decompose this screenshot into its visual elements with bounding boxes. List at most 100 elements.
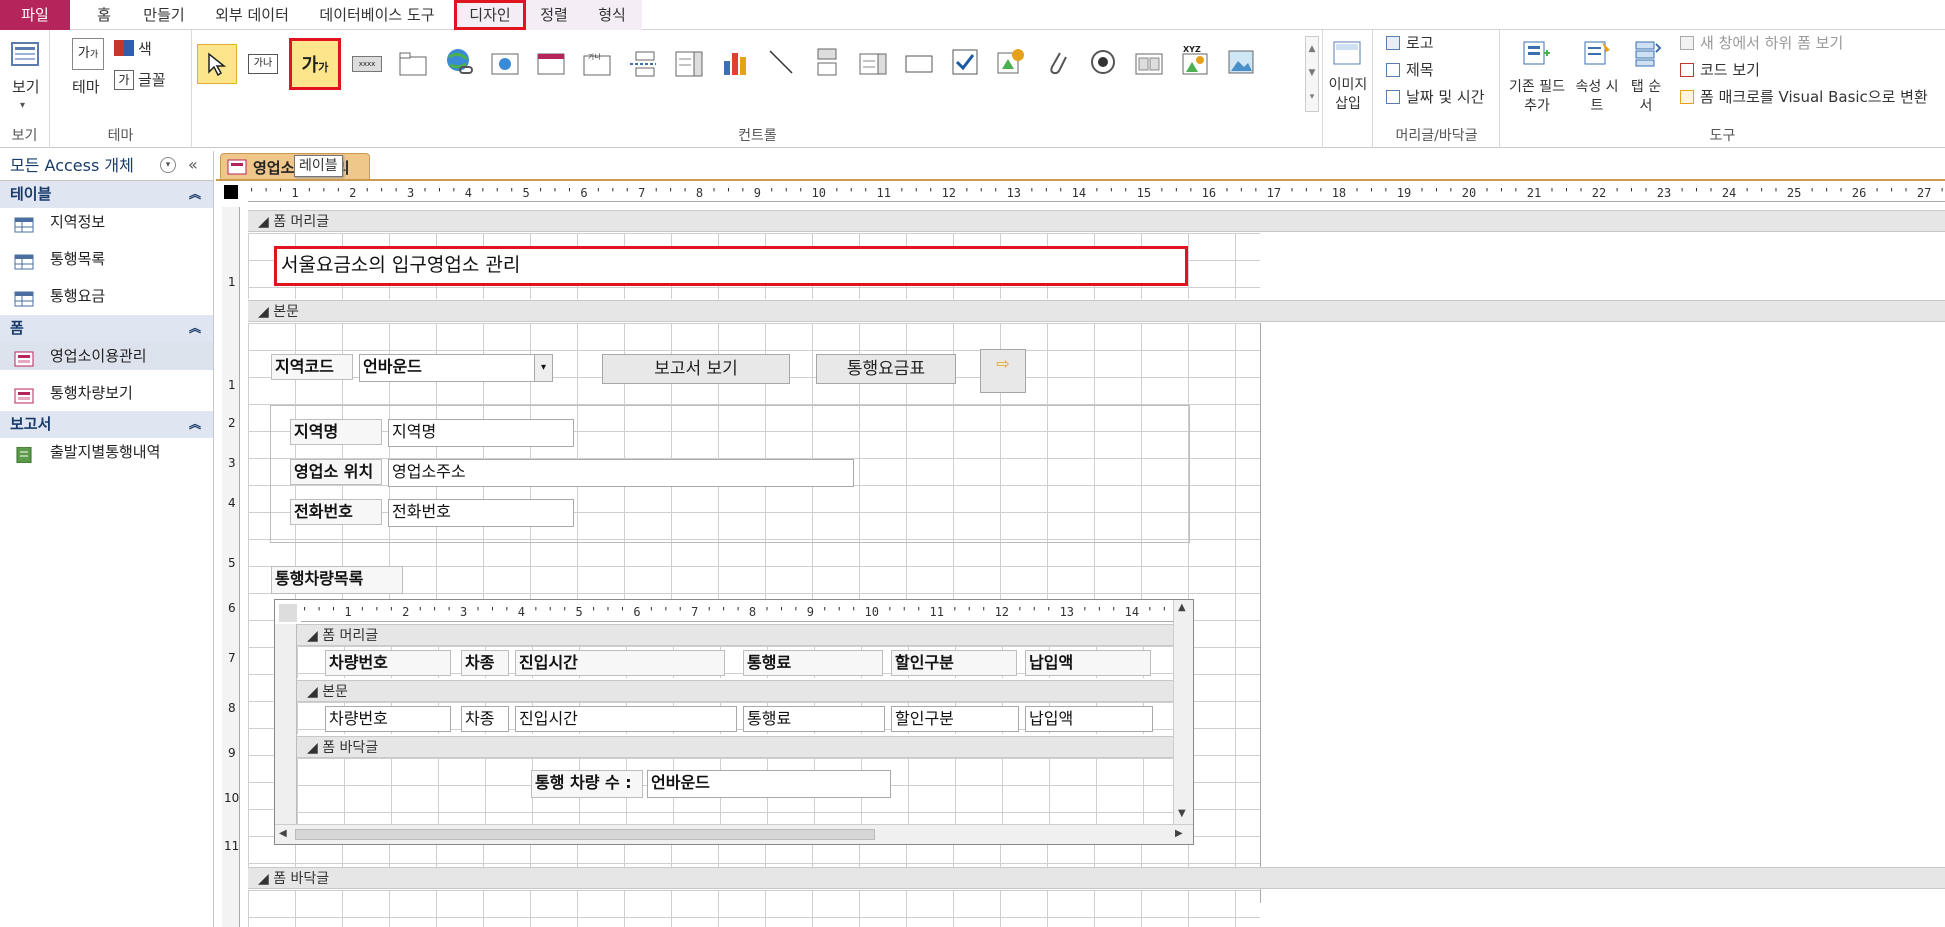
scroll-right-icon[interactable]: ▶ [1175, 828, 1183, 839]
colors-button[interactable]: 색 [138, 40, 152, 59]
select-pointer-icon[interactable] [197, 44, 237, 84]
tab-order-button[interactable]: 탭 순서 [1628, 78, 1664, 116]
chevron-down-icon[interactable]: ▾ [534, 355, 552, 381]
option-button-icon[interactable] [1085, 44, 1121, 80]
subform-header-bar[interactable]: ◢ 폼 머리글 [297, 624, 1173, 646]
add-fields-icon[interactable] [1522, 38, 1552, 68]
subform-vertical-scrollbar[interactable]: ▲ ▼ [1173, 600, 1193, 824]
subform-footer-bar[interactable]: ◢ 폼 바닥글 [297, 736, 1173, 758]
combo-box-icon[interactable] [671, 46, 707, 82]
textbox-icon[interactable]: 가나 [245, 46, 281, 82]
region-name-label[interactable]: 지역명 [290, 419, 382, 445]
vehicle-number-field[interactable]: 차량번호 [325, 706, 451, 732]
column-header[interactable]: 할인구분 [891, 650, 1017, 676]
vehicle-count-field[interactable]: 언바운드 [647, 770, 891, 798]
font-icon[interactable]: 가 [114, 70, 134, 90]
hyperlink-icon[interactable] [441, 44, 477, 80]
tab-design[interactable]: 디자인 [454, 0, 526, 30]
controls-gallery-scroll[interactable]: ▲ ▼ ▾ [1305, 36, 1319, 112]
scroll-up-icon[interactable]: ▲ [1178, 602, 1186, 613]
nav-item-form[interactable]: 영업소이용관리 [0, 342, 213, 370]
title-button[interactable]: 제목 [1406, 61, 1434, 80]
insert-image-button[interactable]: 이미지 삽입 [1325, 76, 1371, 114]
scroll-left-icon[interactable]: ◀ [279, 828, 287, 839]
horizontal-ruler[interactable]: ' ' ' 1 ' ' ' 2 ' ' ' 3 ' ' ' 4 ' ' ' 5 … [248, 184, 1945, 202]
nav-item-table[interactable]: 통행요금 [0, 282, 213, 310]
web-browser-icon[interactable] [487, 46, 523, 82]
attachment-icon[interactable] [1039, 44, 1075, 80]
theme-button[interactable]: 테마 [72, 78, 100, 97]
bound-object-frame-icon[interactable]: XYZ [1177, 42, 1213, 78]
phone-label[interactable]: 전화번호 [290, 499, 382, 525]
subform-new-window-button[interactable]: 새 창에서 하위 폼 보기 [1700, 34, 1843, 53]
label-control-icon[interactable]: 가가 [289, 38, 341, 90]
tab-format[interactable]: 형식 [582, 0, 642, 30]
add-existing-fields-button[interactable]: 기존 필드 추가 [1506, 78, 1568, 116]
vehicle-count-label[interactable]: 통행 차량 수 : [531, 770, 643, 798]
nav-group-forms[interactable]: 폼 ︽ [0, 315, 213, 342]
nav-group-reports[interactable]: 보고서 ︽ [0, 411, 213, 438]
tab-order-icon[interactable] [1632, 38, 1662, 68]
payment-amount-field[interactable]: 납입액 [1025, 706, 1153, 732]
macro-button[interactable]: ⇨ [980, 349, 1026, 393]
region-code-label[interactable]: 지역코드 [271, 354, 353, 380]
nav-menu-chevron-icon[interactable]: ▾ [160, 157, 176, 173]
tab-control-icon[interactable] [395, 46, 431, 82]
form-footer-grid[interactable] [248, 890, 1260, 927]
view-code-button[interactable]: 코드 보기 [1700, 61, 1760, 80]
button-control-icon[interactable]: xxxx [349, 46, 385, 82]
scroll-thumb[interactable] [295, 829, 875, 840]
entry-time-field[interactable]: 진입시간 [515, 706, 737, 732]
subform-icon[interactable] [1131, 46, 1167, 82]
subform-detail-bar[interactable]: ◢ 본문 [297, 680, 1173, 702]
column-header[interactable]: 납입액 [1025, 650, 1151, 676]
rectangle-icon[interactable] [901, 46, 937, 82]
detail-section-bar[interactable]: ◢ 본문 [248, 300, 1945, 322]
nav-item-table[interactable]: 통행목록 [0, 245, 213, 273]
form-header-section-bar[interactable]: ◢ 폼 머리글 [248, 210, 1945, 232]
date-time-button[interactable]: 날짜 및 시간 [1406, 88, 1485, 107]
chart-icon[interactable] [717, 44, 753, 80]
tab-home[interactable]: 홈 [78, 0, 130, 30]
navigation-control-icon[interactable] [533, 46, 569, 82]
office-location-label[interactable]: 영업소 위치 [290, 459, 382, 485]
column-header[interactable]: 차종 [461, 650, 509, 676]
phone-field[interactable]: 전화번호 [388, 499, 574, 527]
fonts-button[interactable]: 글꼴 [138, 71, 166, 90]
view-icon[interactable] [11, 40, 39, 68]
region-name-field[interactable]: 지역명 [388, 419, 574, 447]
region-combo-box[interactable]: 언바운드 ▾ [359, 354, 553, 382]
form-selector[interactable] [224, 185, 238, 199]
nav-item-table[interactable]: 지역정보 [0, 208, 213, 236]
nav-item-report[interactable]: 출발지별통행내역 [0, 438, 213, 466]
tab-arrange[interactable]: 정렬 [526, 0, 582, 30]
view-report-button[interactable]: 보고서 보기 [602, 354, 790, 384]
toggle-button-icon[interactable] [809, 44, 845, 80]
insert-image-icon[interactable] [1332, 40, 1362, 66]
option-group-icon[interactable]: 가나 [579, 46, 615, 82]
office-location-field[interactable]: 영업소주소 [388, 459, 854, 487]
form-footer-section-bar[interactable]: ◢ 폼 바닥글 [248, 867, 1945, 889]
property-sheet-icon[interactable] [1582, 38, 1612, 68]
subform-control[interactable]: ' ' ' 1 ' ' ' 2 ' ' ' 3 ' ' ' 4 ' ' ' 5 … [274, 599, 1194, 845]
nav-group-tables[interactable]: 테이블 ︽ [0, 181, 213, 208]
tab-create[interactable]: 만들기 [124, 0, 204, 30]
subform-horizontal-scrollbar[interactable]: ◀ ▶ [275, 824, 1193, 844]
column-header[interactable]: 통행료 [743, 650, 883, 676]
form-title-label[interactable]: 서울요금소의 입구영업소 관리 [274, 246, 1188, 286]
scroll-down-icon[interactable]: ▼ [1178, 808, 1186, 819]
tab-external-data[interactable]: 외부 데이터 [200, 0, 304, 30]
line-icon[interactable] [763, 44, 799, 80]
image-icon[interactable] [1223, 44, 1259, 80]
page-break-icon[interactable] [625, 46, 661, 82]
property-sheet-button[interactable]: 속성 시트 [1574, 78, 1620, 116]
tab-database-tools[interactable]: 데이터베이스 도구 [306, 0, 448, 30]
theme-icon[interactable]: 가가 [72, 38, 104, 70]
check-box-icon[interactable] [947, 44, 983, 80]
discount-type-field[interactable]: 할인구분 [891, 706, 1019, 732]
toll-table-button[interactable]: 통행요금표 [816, 354, 956, 384]
column-header[interactable]: 진입시간 [515, 650, 725, 676]
nav-item-form[interactable]: 통행차량보기 [0, 379, 213, 407]
color-icon[interactable] [114, 40, 134, 56]
subform-selector[interactable] [279, 604, 297, 622]
